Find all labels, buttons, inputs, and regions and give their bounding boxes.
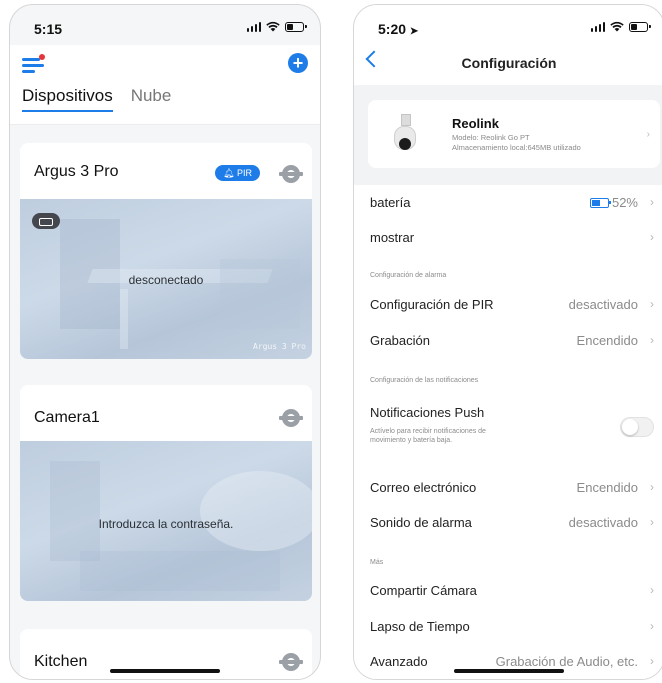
camera-preview[interactable]: desconectado Argus 3 Pro	[20, 199, 312, 359]
section-header-alarm: Configuración de alarma	[370, 272, 447, 279]
chevron-right-icon: ›	[650, 333, 654, 347]
display-row[interactable]: mostrar ›	[354, 220, 662, 255]
status-time: 5:20 ➤	[378, 21, 419, 37]
row-description: Actívelo para recibir notificaciones de …	[370, 428, 486, 444]
push-notifications-toggle[interactable]	[620, 417, 654, 437]
email-row[interactable]: Correo electrónico Encendido ›	[354, 470, 662, 505]
row-value: desactivado	[568, 297, 638, 312]
chevron-right-icon: ›	[650, 195, 654, 209]
timelapse-row[interactable]: Lapso de Tiempo ›	[354, 609, 662, 644]
row-label: Correo electrónico	[370, 480, 477, 495]
device-info-card[interactable]: Reolink Modelo: Reolink Go PT Almacenami…	[368, 100, 660, 168]
status-bar: 5:20 ➤	[354, 5, 662, 45]
camera-device-icon	[388, 114, 422, 154]
device-name: Camera1	[34, 409, 100, 426]
wifi-icon	[610, 21, 624, 32]
notification-dot	[39, 54, 45, 60]
page-title: Configuración	[461, 55, 557, 71]
battery-row[interactable]: batería 52% ›	[354, 185, 662, 220]
row-label: Notificaciones Push	[370, 405, 485, 420]
settings-gear-icon[interactable]	[279, 165, 303, 183]
device-name: Reolink	[452, 116, 499, 131]
tab-bar: Dispositivos Nube	[22, 86, 171, 112]
device-card[interactable]: Camera1 Introduzca la contraseña.	[20, 385, 312, 601]
chevron-right-icon: ›	[650, 515, 654, 529]
row-value: Grabación de Audio, etc.	[495, 654, 638, 669]
device-name: Argus 3 Pro	[34, 163, 119, 180]
row-label: Sonido de alarma	[370, 515, 472, 530]
preview-status: desconectado	[128, 273, 204, 287]
devices-screen: 5:15 + Dispositivos Nube Argus 3 Pro 🔔︎ …	[9, 4, 321, 680]
tab-cloud[interactable]: Nube	[131, 86, 172, 112]
home-indicator	[454, 669, 564, 673]
row-label: Avanzado	[370, 654, 428, 669]
row-value: Encendido	[576, 333, 638, 348]
alarm-sound-row[interactable]: Sonido de alarma desactivado ›	[354, 505, 662, 540]
battery-value: 52%	[589, 195, 638, 210]
row-label: Compartir Cámara	[370, 583, 477, 598]
push-notifications-row: Notificaciones Push Actívelo para recibi…	[354, 397, 662, 457]
share-camera-row[interactable]: Compartir Cámara ›	[354, 573, 662, 608]
battery-icon	[629, 21, 651, 32]
app-header: + Dispositivos Nube	[10, 45, 320, 125]
pir-row[interactable]: Configuración de PIR desactivado ›	[354, 287, 662, 322]
advanced-row[interactable]: Avanzado Grabación de Audio, etc. ›	[354, 644, 662, 679]
device-storage: Almacenamiento local:645MB utilizado	[452, 143, 581, 152]
settings-gear-icon[interactable]	[279, 653, 303, 671]
preview-status: Introduzca la contraseña.	[98, 517, 234, 531]
wifi-icon	[266, 21, 280, 32]
device-name: Kitchen	[34, 653, 88, 670]
home-indicator	[110, 669, 220, 673]
tab-devices[interactable]: Dispositivos	[22, 86, 113, 112]
battery-icon	[285, 21, 307, 32]
row-label: Configuración de PIR	[370, 297, 494, 312]
status-time: 5:15	[34, 21, 63, 37]
battery-status-icon	[32, 213, 60, 229]
chevron-right-icon: ›	[650, 654, 654, 668]
pir-badge[interactable]: 🔔︎ PIR	[215, 165, 260, 181]
camera-label: Argus 3 Pro	[253, 342, 306, 351]
row-label: mostrar	[370, 230, 415, 245]
battery-level-icon	[589, 197, 611, 208]
row-value: desactivado	[568, 515, 638, 530]
menu-button[interactable]	[22, 54, 45, 75]
row-label: Grabación	[370, 333, 430, 348]
cellular-signal-icon	[246, 21, 261, 32]
section-header-notifications: Configuración de las notificaciones	[370, 377, 479, 384]
status-bar: 5:15	[10, 5, 320, 45]
device-card[interactable]: Argus 3 Pro 🔔︎ PIR desconectado Argus 3 …	[20, 143, 312, 359]
settings-gear-icon[interactable]	[279, 409, 303, 427]
chevron-right-icon: ›	[650, 230, 654, 244]
camera-preview[interactable]: Introduzca la contraseña.	[20, 441, 312, 601]
row-label: Lapso de Tiempo	[370, 619, 470, 634]
bell-icon: 🔔︎	[223, 168, 235, 178]
row-value: Encendido	[576, 480, 638, 495]
location-arrow-icon: ➤	[409, 26, 419, 37]
row-label: batería	[370, 195, 411, 210]
nav-bar: Configuración	[354, 45, 662, 85]
chevron-right-icon: ›	[646, 129, 650, 140]
settings-screen: 5:20 ➤ Configuración Reolink Modelo: Reo…	[353, 4, 662, 680]
chevron-right-icon: ›	[650, 619, 654, 633]
chevron-right-icon: ›	[650, 583, 654, 597]
recording-row[interactable]: Grabación Encendido ›	[354, 323, 662, 358]
section-header-more: Más	[370, 559, 384, 566]
device-model: Modelo: Reolink Go PT	[452, 133, 530, 142]
add-device-button[interactable]: +	[288, 53, 308, 73]
chevron-right-icon: ›	[650, 297, 654, 311]
chevron-right-icon: ›	[650, 480, 654, 494]
cellular-signal-icon	[590, 21, 605, 32]
